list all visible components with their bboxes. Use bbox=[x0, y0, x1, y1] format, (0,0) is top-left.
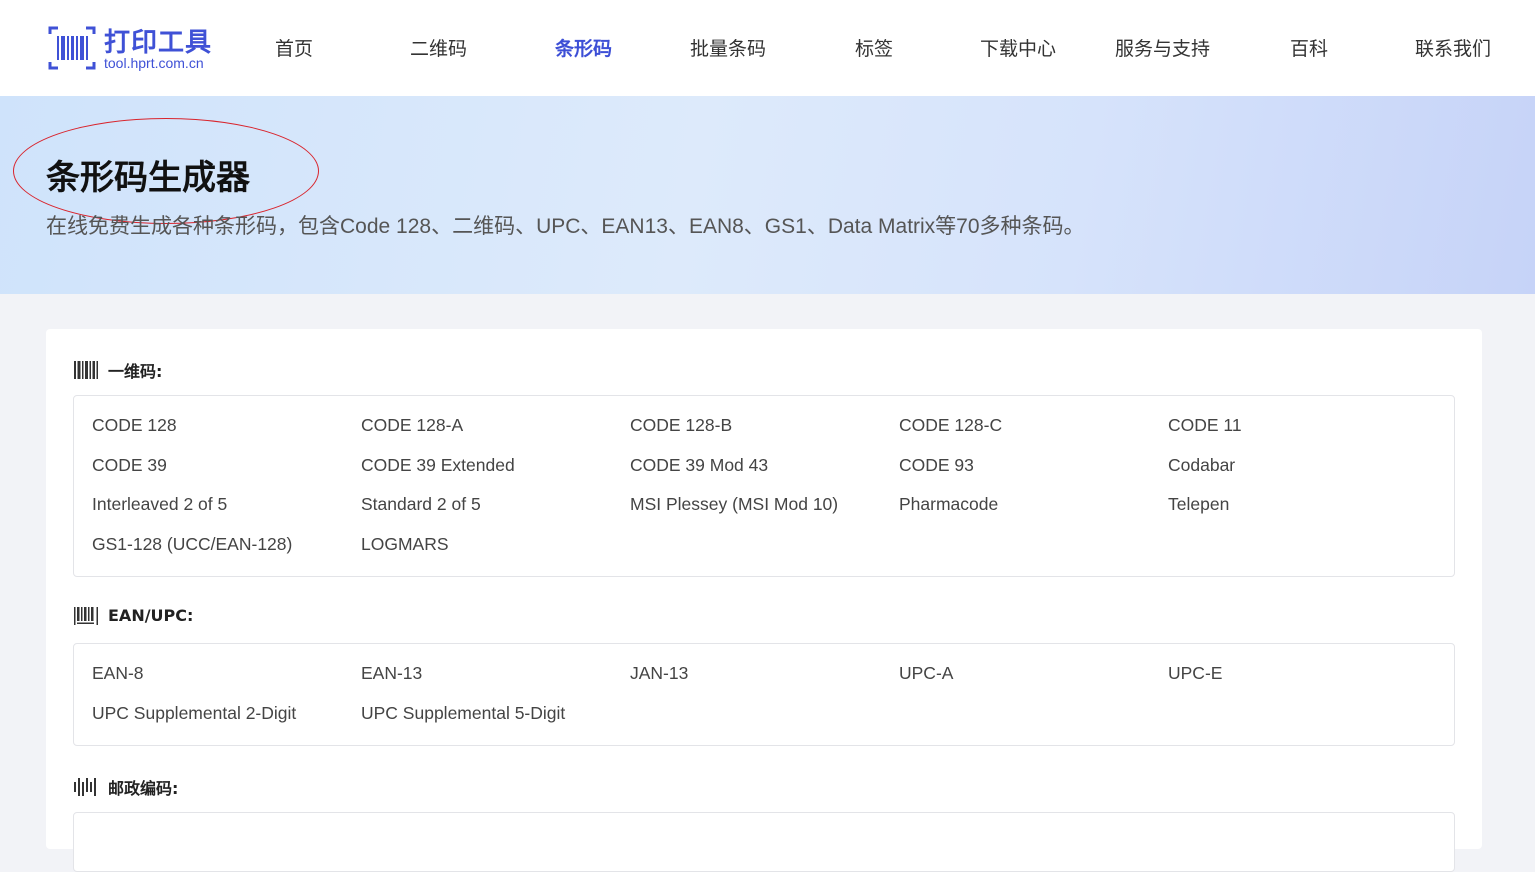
barcode-type-link[interactable]: LOGMARS bbox=[361, 525, 630, 565]
section-box-postal bbox=[73, 812, 1455, 872]
barcode-type-link[interactable]: CODE 128-A bbox=[361, 406, 630, 446]
barcode-type-link[interactable]: Standard 2 of 5 bbox=[361, 485, 630, 525]
barcode-type-link[interactable]: JAN-13 bbox=[630, 654, 899, 694]
barcode-type-link[interactable]: EAN-13 bbox=[361, 654, 630, 694]
section-label-1d: 一维码: bbox=[108, 362, 163, 381]
section-header-ean-upc: EAN/UPC: bbox=[74, 606, 193, 625]
nav-item-download[interactable]: 下载中心 bbox=[980, 34, 1056, 61]
section-header-1d: 一维码: bbox=[74, 358, 162, 382]
section-box-ean-upc: EAN-8 EAN-13 JAN-13 UPC-A UPC-E UPC Supplemen… bbox=[73, 643, 1455, 746]
barcode-type-link[interactable]: CODE 128-C bbox=[899, 406, 1168, 446]
barcode-type-link[interactable]: UPC-E bbox=[1168, 654, 1437, 694]
barcode-type-link[interactable]: MSI Plessey (MSI Mod 10) bbox=[630, 485, 899, 525]
logo-title: 打印工具 bbox=[104, 28, 213, 58]
barcode-type-link[interactable]: Telepen bbox=[1168, 485, 1437, 525]
barcode-type-link[interactable]: CODE 39 Mod 43 bbox=[630, 446, 899, 486]
nav-item-contact[interactable]: 联系我们 bbox=[1415, 34, 1491, 61]
barcode-type-link[interactable]: UPC Supplemental 5-Digit bbox=[361, 694, 630, 734]
nav-item-batch-barcode[interactable]: 批量条码 bbox=[690, 34, 766, 61]
nav-item-label[interactable]: 标签 bbox=[855, 34, 893, 61]
postal-barcode-icon bbox=[74, 778, 96, 796]
barcode-1d-icon bbox=[74, 361, 98, 379]
barcode-ean-icon bbox=[74, 606, 98, 625]
barcode-type-link[interactable]: Codabar bbox=[1168, 446, 1437, 486]
barcode-list-ean-upc: EAN-8 EAN-13 JAN-13 UPC-A UPC-E UPC Supplemen… bbox=[92, 654, 1437, 733]
nav-item-home[interactable]: 首页 bbox=[275, 34, 313, 61]
barcode-logo-icon bbox=[48, 26, 96, 70]
page-title: 条形码生成器 bbox=[46, 158, 250, 198]
nav-item-barcode[interactable]: 条形码 bbox=[555, 34, 612, 61]
barcode-type-link[interactable]: CODE 128-B bbox=[630, 406, 899, 446]
barcode-type-link[interactable]: CODE 11 bbox=[1168, 406, 1437, 446]
logo-domain: tool.hprt.com.cn bbox=[104, 55, 204, 71]
barcode-type-link[interactable]: UPC Supplemental 2-Digit bbox=[92, 694, 361, 734]
barcode-type-link[interactable]: CODE 128 bbox=[92, 406, 361, 446]
barcode-type-link[interactable]: Pharmacode bbox=[899, 485, 1168, 525]
section-label-ean-upc: EAN/UPC: bbox=[108, 606, 194, 625]
site-header: 打印工具 tool.hprt.com.cn 首页 二维码 条形码 批量条码 标签… bbox=[0, 0, 1535, 96]
section-box-1d: CODE 128 CODE 128-A CODE 128-B CODE 128-C CO… bbox=[73, 395, 1455, 577]
section-label-postal: 邮政编码: bbox=[108, 779, 179, 798]
page-subtitle: 在线免费生成各种条形码，包含Code 128、二维码、UPC、EAN13、EAN… bbox=[46, 215, 1085, 238]
section-header-postal: 邮政编码: bbox=[74, 775, 178, 799]
barcode-type-link[interactable]: CODE 39 Extended bbox=[361, 446, 630, 486]
site-logo[interactable]: 打印工具 tool.hprt.com.cn bbox=[48, 22, 218, 74]
barcode-list-1d: CODE 128 CODE 128-A CODE 128-B CODE 128-C CO… bbox=[92, 406, 1437, 564]
barcode-type-link[interactable]: UPC-A bbox=[899, 654, 1168, 694]
barcode-type-link[interactable]: EAN-8 bbox=[92, 654, 361, 694]
nav-item-wiki[interactable]: 百科 bbox=[1290, 34, 1328, 61]
barcode-type-link[interactable]: GS1-128 (UCC/EAN-128) bbox=[92, 525, 361, 565]
nav-item-qrcode[interactable]: 二维码 bbox=[410, 34, 467, 61]
barcode-type-link[interactable]: CODE 39 bbox=[92, 446, 361, 486]
barcode-type-link[interactable]: CODE 93 bbox=[899, 446, 1168, 486]
nav-item-support[interactable]: 服务与支持 bbox=[1115, 34, 1210, 61]
barcode-type-link[interactable]: Interleaved 2 of 5 bbox=[92, 485, 361, 525]
